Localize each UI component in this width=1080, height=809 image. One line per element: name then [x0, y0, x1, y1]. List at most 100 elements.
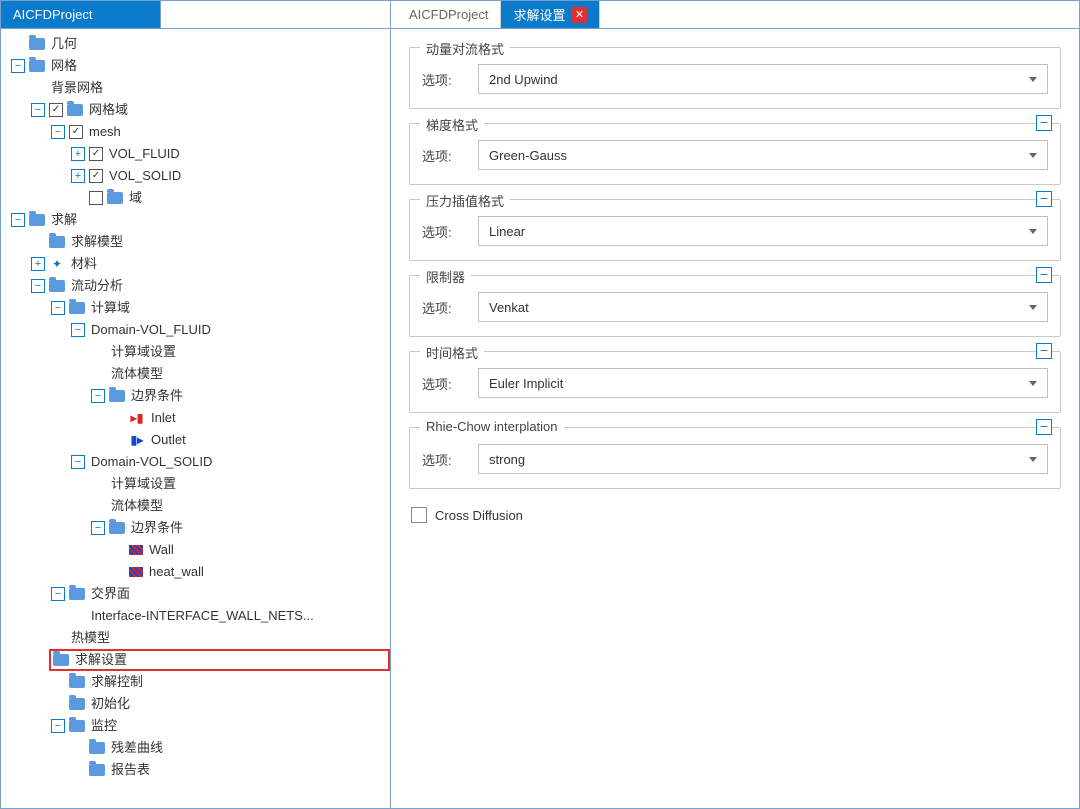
- select-time[interactable]: Euler Implicit: [478, 368, 1048, 398]
- tree-node-wall[interactable]: Wall: [109, 539, 390, 561]
- left-tab-project[interactable]: AICFDProject: [1, 1, 161, 28]
- tree-node-monitor[interactable]: − 监控: [49, 715, 390, 737]
- collapse-icon[interactable]: −: [31, 103, 45, 117]
- material-icon: ✦: [49, 257, 65, 271]
- select-rhie-chow[interactable]: strong: [478, 444, 1048, 474]
- checkbox-icon[interactable]: [89, 147, 103, 161]
- collapse-icon[interactable]: −: [11, 59, 25, 73]
- tree-node-compute-domain[interactable]: − 计算域: [49, 297, 390, 319]
- tree-node-solve-model[interactable]: 求解模型: [29, 231, 390, 253]
- tree-node-inlet[interactable]: ▸▮ Inlet: [109, 407, 390, 429]
- collapse-icon[interactable]: −: [51, 587, 65, 601]
- project-tree[interactable]: 几何 − 网格 背景网格 −: [1, 29, 390, 808]
- collapse-icon[interactable]: −: [51, 125, 65, 139]
- tree-node-bc-fluid[interactable]: − 边界条件: [89, 385, 390, 407]
- tree-node-material[interactable]: + ✦ 材料: [29, 253, 390, 275]
- tree-node-initialize[interactable]: 初始化: [49, 693, 390, 715]
- tree-label: 计算域设置: [109, 473, 178, 495]
- tree-label: 材料: [69, 253, 99, 275]
- tab-solve-settings[interactable]: 求解设置 ✕: [501, 1, 600, 28]
- expand-icon[interactable]: +: [71, 147, 85, 161]
- folder-icon: [109, 522, 125, 534]
- spacer-icon: [51, 675, 65, 689]
- tree-label: Inlet: [149, 407, 178, 429]
- collapse-icon[interactable]: −: [91, 389, 105, 403]
- collapse-icon[interactable]: −: [1036, 343, 1052, 359]
- tree-node-domain-vol-solid[interactable]: − Domain-VOL_SOLID: [69, 451, 390, 473]
- folder-icon: [69, 302, 85, 314]
- close-icon[interactable]: ✕: [571, 7, 587, 23]
- tree-node-mesh-domain[interactable]: − 网格域: [29, 99, 390, 121]
- tree-node-report-table[interactable]: 报告表: [69, 759, 390, 781]
- chevron-down-icon: [1029, 305, 1037, 310]
- collapse-icon[interactable]: −: [1036, 191, 1052, 207]
- checkbox-icon[interactable]: [411, 507, 427, 523]
- tree-node-fluid-model-2[interactable]: 流体模型: [89, 495, 390, 517]
- tree-node-bc-solid[interactable]: − 边界条件: [89, 517, 390, 539]
- collapse-icon[interactable]: −: [1036, 267, 1052, 283]
- checkbox-icon[interactable]: [89, 169, 103, 183]
- tree-node-fluid-model[interactable]: 流体模型: [89, 363, 390, 385]
- tree-node-domain-cn[interactable]: 域: [69, 187, 390, 209]
- collapse-icon[interactable]: −: [51, 301, 65, 315]
- tree-node-interface-item[interactable]: Interface-INTERFACE_WALL_NETS...: [69, 605, 390, 627]
- checkbox-icon[interactable]: [49, 103, 63, 117]
- right-panel: AICFDProject 求解设置 ✕ 动量对流格式 选项: 2nd Upwin…: [391, 1, 1079, 808]
- tree-node-bgmesh[interactable]: 背景网格: [29, 77, 390, 99]
- tree-label: 背景网格: [49, 77, 105, 99]
- tree-node-flow-analysis[interactable]: − 流动分析: [29, 275, 390, 297]
- group-gradient: 梯度格式 − 选项: Green-Gauss: [409, 123, 1061, 185]
- tab-project[interactable]: AICFDProject: [397, 1, 501, 28]
- select-pressure[interactable]: Linear: [478, 216, 1048, 246]
- spacer-icon: [111, 543, 125, 557]
- collapse-icon[interactable]: −: [91, 521, 105, 535]
- settings-form: 动量对流格式 选项: 2nd Upwind 梯度格式 − 选项: Green-G…: [391, 29, 1079, 808]
- folder-icon: [49, 280, 65, 292]
- tree-node-solve[interactable]: − 求解: [9, 209, 390, 231]
- expand-icon[interactable]: +: [31, 257, 45, 271]
- option-label: 选项:: [422, 146, 470, 165]
- select-limiter[interactable]: Venkat: [478, 292, 1048, 322]
- folder-icon: [49, 236, 65, 248]
- collapse-icon[interactable]: −: [71, 323, 85, 337]
- collapse-icon[interactable]: −: [11, 213, 25, 227]
- collapse-icon[interactable]: −: [71, 455, 85, 469]
- collapse-icon[interactable]: −: [31, 279, 45, 293]
- tree-node-solve-control[interactable]: 求解控制: [49, 671, 390, 693]
- tree-node-compute-settings[interactable]: 计算域设置: [89, 341, 390, 363]
- tree-node-vol-fluid[interactable]: + VOL_FLUID: [69, 143, 390, 165]
- group-title: Rhie-Chow interplation: [420, 419, 564, 434]
- tree-label: 边界条件: [129, 385, 185, 407]
- tree-label: 残差曲线: [109, 737, 165, 759]
- group-title: 限制器: [420, 267, 471, 286]
- tree-node-domain-vol-fluid[interactable]: − Domain-VOL_FLUID: [69, 319, 390, 341]
- tree-node-mesh[interactable]: − 网格: [9, 55, 390, 77]
- tree-label: 流体模型: [109, 495, 165, 517]
- tree-node-geometry[interactable]: 几何: [9, 33, 390, 55]
- tree-node-residual-curve[interactable]: 残差曲线: [69, 737, 390, 759]
- expand-icon[interactable]: +: [71, 169, 85, 183]
- tree-node-interface[interactable]: − 交界面: [49, 583, 390, 605]
- collapse-icon[interactable]: −: [1036, 115, 1052, 131]
- tree-node-compute-settings-2[interactable]: 计算域设置: [89, 473, 390, 495]
- select-momentum[interactable]: 2nd Upwind: [478, 64, 1048, 94]
- folder-icon: [29, 38, 45, 50]
- tree-node-vol-solid[interactable]: + VOL_SOLID: [69, 165, 390, 187]
- collapse-icon[interactable]: −: [1036, 419, 1052, 435]
- checkbox-label: Cross Diffusion: [435, 508, 523, 523]
- tree-node-mesh-item[interactable]: − mesh: [49, 121, 390, 143]
- collapse-icon[interactable]: −: [51, 719, 65, 733]
- tree-node-outlet[interactable]: ▮▸ Outlet: [109, 429, 390, 451]
- tree-node-heat-model[interactable]: 热模型: [49, 627, 390, 649]
- select-value: Linear: [489, 224, 525, 239]
- tree-node-heat-wall[interactable]: heat_wall: [109, 561, 390, 583]
- tree-label: 监控: [89, 715, 119, 737]
- checkbox-icon[interactable]: [89, 191, 103, 205]
- checkbox-icon[interactable]: [69, 125, 83, 139]
- spacer-icon: [91, 345, 105, 359]
- tree-label: 边界条件: [129, 517, 185, 539]
- chevron-down-icon: [1029, 457, 1037, 462]
- cross-diffusion-row[interactable]: Cross Diffusion: [409, 503, 1061, 527]
- select-gradient[interactable]: Green-Gauss: [478, 140, 1048, 170]
- tree-node-solve-settings[interactable]: 求解设置: [49, 649, 390, 671]
